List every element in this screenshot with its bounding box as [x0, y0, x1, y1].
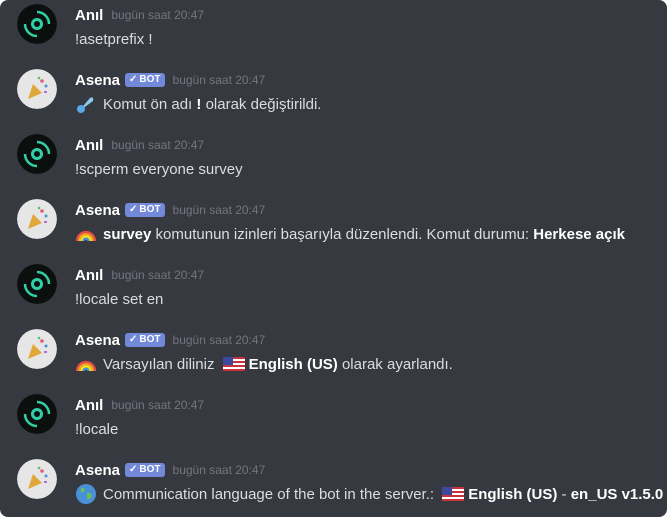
message-header: Asena ✓ BOT bugün saat 20:47 [75, 71, 265, 89]
bot-avatar-icon[interactable] [17, 459, 57, 499]
user-avatar-icon[interactable] [17, 394, 57, 434]
timestamp: bugün saat 20:47 [111, 8, 205, 22]
timestamp: bugün saat 20:47 [172, 463, 266, 477]
message-header: Anıl bugün saat 20:47 [75, 136, 204, 154]
us-flag-icon [442, 487, 465, 501]
rainbow-icon [75, 223, 97, 245]
message-bold: en_US v1.5.0 [570, 485, 664, 503]
message-bold: English (US) [468, 485, 558, 503]
check-icon: ✓ [129, 464, 138, 475]
username[interactable]: Anıl [75, 137, 103, 154]
message-content: Varsayılan diliniz English (US) olarak a… [75, 353, 453, 375]
check-icon: ✓ [129, 334, 138, 345]
message-header: Asena ✓ BOT bugün saat 20:47 [75, 201, 265, 219]
user-avatar-icon[interactable] [17, 134, 57, 174]
message-item: Anıl bugün saat 20:47 !scperm everyone s… [0, 130, 667, 195]
user-avatar-icon[interactable] [17, 4, 57, 44]
message-item: Anıl bugün saat 20:47 !locale [0, 390, 667, 455]
message-bold: English (US) [248, 355, 338, 373]
message-text: olarak değiştirildi. [201, 95, 322, 113]
message-header: Asena ✓ BOT bugün saat 20:47 [75, 331, 265, 349]
bot-tag-label: BOT [139, 334, 161, 345]
message-text: - [557, 485, 571, 503]
bot-tag: ✓ BOT [125, 333, 165, 347]
message-content: !locale [75, 418, 118, 440]
timestamp: bugün saat 20:47 [111, 138, 205, 152]
comet-icon [75, 93, 97, 115]
rainbow-icon [75, 353, 97, 375]
username[interactable]: Asena [75, 332, 120, 349]
timestamp: bugün saat 20:47 [172, 203, 266, 217]
bot-tag-label: BOT [139, 74, 161, 85]
bot-avatar-icon[interactable] [17, 69, 57, 109]
username[interactable]: Asena [75, 462, 120, 479]
message-text: !locale [75, 420, 119, 438]
bot-tag-label: BOT [139, 204, 161, 215]
us-flag-icon [222, 357, 245, 371]
timestamp: bugün saat 20:47 [111, 268, 205, 282]
message-item: Asena ✓ BOT bugün saat 20:47 Komut ön adı… [0, 65, 667, 130]
message-item: Anıl bugün saat 20:47 !asetprefix ! [0, 0, 667, 65]
message-item: Asena ✓ BOT bugün saat 20:47 Varsayılan d… [0, 325, 667, 390]
message-text: Communication language of the bot in the… [103, 485, 439, 503]
message-header: Asena ✓ BOT bugün saat 20:47 [75, 461, 265, 479]
bot-avatar-icon[interactable] [17, 329, 57, 369]
chat-log: Anıl bugün saat 20:47 !asetprefix ! Asen… [0, 0, 667, 517]
message-content: survey komutunun izinleri başarıyla düze… [75, 223, 625, 245]
message-item: Asena ✓ BOT bugün saat 20:47 survey komut… [0, 195, 667, 260]
message-text: !asetprefix ! [75, 30, 153, 48]
message-content: Komut ön adı ! olarak değiştirildi. [75, 93, 321, 115]
timestamp: bugün saat 20:47 [111, 398, 205, 412]
bot-tag: ✓ BOT [125, 73, 165, 87]
message-bold: survey [103, 225, 152, 243]
message-header: Anıl bugün saat 20:47 [75, 6, 204, 24]
message-text: Varsayılan diliniz [103, 355, 219, 373]
user-avatar-icon[interactable] [17, 264, 57, 304]
message-text: !scperm everyone survey [75, 160, 243, 178]
username[interactable]: Asena [75, 202, 120, 219]
message-content: !locale set en [75, 288, 163, 310]
message-header: Anıl bugün saat 20:47 [75, 266, 204, 284]
globe-icon [75, 483, 97, 505]
message-content: !asetprefix ! [75, 28, 153, 50]
message-text: olarak ayarlandı. [337, 355, 453, 373]
username[interactable]: Anıl [75, 7, 103, 24]
username[interactable]: Anıl [75, 397, 103, 414]
message-text: komutunun izinleri başarıyla düzenlendi.… [151, 225, 534, 243]
message-item: Asena ✓ BOT bugün saat 20:47 Communicatio… [0, 455, 667, 517]
timestamp: bugün saat 20:47 [172, 73, 266, 87]
message-text: Komut ön adı [103, 95, 197, 113]
message-header: Anıl bugün saat 20:47 [75, 396, 204, 414]
check-icon: ✓ [129, 74, 138, 85]
username[interactable]: Asena [75, 72, 120, 89]
username[interactable]: Anıl [75, 267, 103, 284]
message-content: Communication language of the bot in the… [75, 483, 663, 505]
bot-tag: ✓ BOT [125, 463, 165, 477]
bot-tag-label: BOT [139, 464, 161, 475]
timestamp: bugün saat 20:47 [172, 333, 266, 347]
message-bold: Herkese açık [533, 225, 625, 243]
message-content: !scperm everyone survey [75, 158, 243, 180]
bot-tag: ✓ BOT [125, 203, 165, 217]
message-text: !locale set en [75, 290, 164, 308]
check-icon: ✓ [129, 204, 138, 215]
bot-avatar-icon[interactable] [17, 199, 57, 239]
message-item: Anıl bugün saat 20:47 !locale set en [0, 260, 667, 325]
